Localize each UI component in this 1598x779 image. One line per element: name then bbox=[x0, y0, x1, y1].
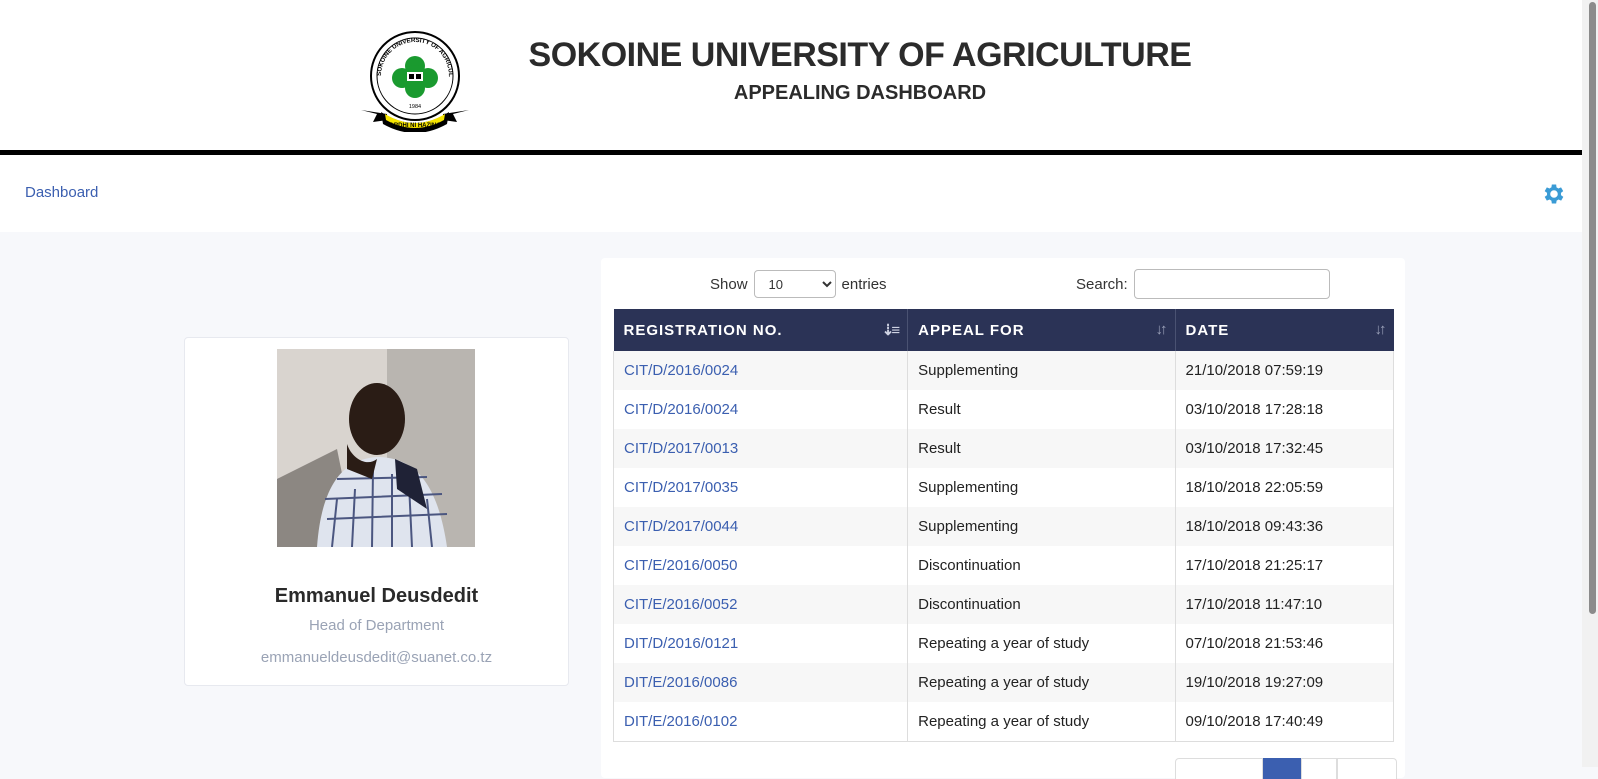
search-label: Search: bbox=[1076, 275, 1128, 293]
appeal-for-cell: Supplementing bbox=[907, 507, 1176, 546]
date-cell: 17/10/2018 21:25:17 bbox=[1175, 546, 1395, 585]
registration-cell: CIT/E/2016/0050 bbox=[612, 546, 909, 585]
logo-motto: ARDHI NI HAZINA bbox=[390, 123, 442, 129]
date-cell: 03/10/2018 17:32:45 bbox=[1175, 429, 1395, 468]
table-row: DIT/D/2016/0121 Repeating a year of study… bbox=[612, 624, 1395, 663]
appeal-for-cell: Supplementing bbox=[907, 351, 1176, 390]
date-cell: 17/10/2018 11:47:10 bbox=[1175, 585, 1395, 624]
pagination bbox=[1175, 758, 1397, 779]
registration-link[interactable]: CIT/D/2017/0044 bbox=[624, 518, 738, 535]
show-label: Show bbox=[710, 275, 748, 293]
appeal-for-cell: Repeating a year of study bbox=[907, 663, 1176, 702]
date-cell: 09/10/2018 17:40:49 bbox=[1175, 702, 1395, 742]
table-row: CIT/D/2017/0013 Result 03/10/2018 17:32:45 bbox=[612, 429, 1395, 468]
search-input[interactable] bbox=[1133, 269, 1330, 299]
date-cell: 19/10/2018 19:27:09 bbox=[1175, 663, 1395, 702]
table-row: CIT/D/2017/0035 Supplementing 18/10/2018 2… bbox=[612, 468, 1395, 507]
scrollbar-thumb[interactable] bbox=[1589, 2, 1596, 614]
page-length-control: Show 102550100 entries bbox=[710, 270, 887, 298]
registration-link[interactable]: CIT/D/2017/0013 bbox=[624, 440, 738, 457]
registration-cell: CIT/D/2016/0024 bbox=[612, 351, 909, 390]
table-row: CIT/D/2016/0024 Supplementing 21/10/2018 0… bbox=[612, 351, 1395, 390]
registration-link[interactable]: DIT/E/2016/0102 bbox=[624, 713, 737, 730]
table-header-row: REGISTRATION NO. ⇣≡ APPEAL FOR ↓↑ DATE ↓… bbox=[613, 309, 1394, 351]
pagination-previous[interactable] bbox=[1175, 758, 1263, 779]
appeal-for-cell: Result bbox=[907, 429, 1176, 468]
appeal-for-cell: Repeating a year of study bbox=[907, 624, 1176, 663]
date-cell: 18/10/2018 22:05:59 bbox=[1175, 468, 1395, 507]
pagination-next[interactable] bbox=[1337, 758, 1397, 779]
appeal-for-cell: Supplementing bbox=[907, 468, 1176, 507]
table-row: CIT/E/2016/0052 Discontinuation 17/10/2018… bbox=[612, 585, 1395, 624]
entries-label: entries bbox=[841, 275, 887, 293]
table-row: CIT/D/2016/0024 Result 03/10/2018 17:28:18 bbox=[612, 390, 1395, 429]
profile-name: Emmanuel Deusdedit bbox=[274, 585, 479, 607]
table-row: CIT/D/2017/0044 Supplementing 18/10/2018 0… bbox=[612, 507, 1395, 546]
pagination-page-2[interactable] bbox=[1301, 758, 1337, 779]
registration-cell: DIT/E/2016/0102 bbox=[612, 702, 909, 742]
column-header-registration[interactable]: REGISTRATION NO. ⇣≡ bbox=[613, 309, 909, 351]
site-header: SOKOINE UNIVERSITY OF AGRICULTURE 1984 A… bbox=[0, 0, 1582, 155]
sort-both-icon: ↓↑ bbox=[1155, 321, 1168, 338]
top-nav: Dashboard bbox=[0, 155, 1582, 232]
registration-link[interactable]: DIT/D/2016/0121 bbox=[624, 635, 738, 652]
profile-photo bbox=[277, 349, 475, 547]
date-cell: 18/10/2018 09:43:36 bbox=[1175, 507, 1395, 546]
profile-role: Head of Department bbox=[308, 617, 445, 634]
profile-card: Emmanuel Deusdedit Head of Department em… bbox=[184, 337, 569, 686]
date-cell: 21/10/2018 07:59:19 bbox=[1175, 351, 1395, 390]
gear-icon[interactable] bbox=[1541, 181, 1567, 207]
registration-cell: CIT/D/2017/0013 bbox=[612, 429, 909, 468]
registration-link[interactable]: CIT/E/2016/0052 bbox=[624, 596, 737, 613]
registration-cell: DIT/D/2016/0121 bbox=[612, 624, 909, 663]
registration-cell: CIT/D/2017/0035 bbox=[612, 468, 909, 507]
sort-ascending-icon: ⇣≡ bbox=[881, 322, 900, 339]
registration-link[interactable]: CIT/D/2017/0035 bbox=[624, 479, 738, 496]
university-title: SOKOINE UNIVERSITY OF AGRICULTURE bbox=[528, 36, 1192, 74]
appeal-for-cell: Discontinuation bbox=[907, 546, 1176, 585]
registration-link[interactable]: CIT/D/2016/0024 bbox=[624, 401, 738, 418]
registration-cell: CIT/D/2016/0024 bbox=[612, 390, 909, 429]
registration-link[interactable]: CIT/E/2016/0050 bbox=[624, 557, 737, 574]
profile-email: emmanueldeusdedit@suanet.co.tz bbox=[260, 649, 493, 666]
dashboard-subtitle: APPEALING DASHBOARD bbox=[733, 82, 987, 104]
pagination-page-1[interactable] bbox=[1263, 758, 1301, 779]
registration-cell: CIT/E/2016/0052 bbox=[612, 585, 909, 624]
appeal-for-cell: Discontinuation bbox=[907, 585, 1176, 624]
table-row: DIT/E/2016/0102 Repeating a year of study… bbox=[612, 702, 1395, 742]
date-cell: 03/10/2018 17:28:18 bbox=[1175, 390, 1395, 429]
registration-link[interactable]: DIT/E/2016/0086 bbox=[624, 674, 737, 691]
date-cell: 07/10/2018 21:53:46 bbox=[1175, 624, 1395, 663]
table-row: CIT/E/2016/0050 Discontinuation 17/10/2018… bbox=[612, 546, 1395, 585]
search-control: Search: bbox=[1076, 269, 1330, 299]
sort-both-icon: ↓↑ bbox=[1374, 321, 1387, 338]
registration-cell: DIT/E/2016/0086 bbox=[612, 663, 909, 702]
appeal-for-cell: Repeating a year of study bbox=[907, 702, 1176, 742]
dashboard-link[interactable]: Dashboard bbox=[25, 184, 98, 201]
appeal-for-cell: Result bbox=[907, 390, 1176, 429]
table-row: DIT/E/2016/0086 Repeating a year of study… bbox=[612, 663, 1395, 702]
appeals-table: REGISTRATION NO. ⇣≡ APPEAL FOR ↓↑ DATE ↓… bbox=[612, 309, 1395, 742]
registration-link[interactable]: CIT/D/2016/0024 bbox=[624, 362, 738, 379]
column-header-date[interactable]: DATE ↓↑ bbox=[1175, 309, 1394, 351]
registration-cell: CIT/D/2017/0044 bbox=[612, 507, 909, 546]
page-length-select[interactable]: 102550100 bbox=[753, 270, 836, 298]
column-header-appeal-for[interactable]: APPEAL FOR ↓↑ bbox=[907, 309, 1176, 351]
